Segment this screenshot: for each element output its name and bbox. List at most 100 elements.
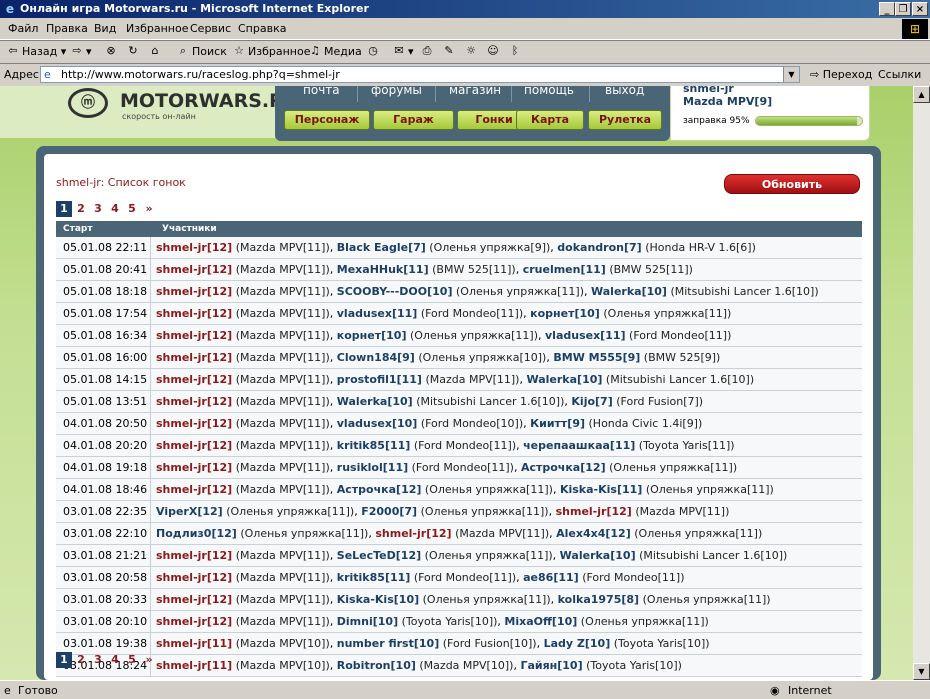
refresh-browser-button[interactable]: ↻ [126, 44, 142, 60]
participant-name-link[interactable]: vladusex [337, 417, 392, 430]
participant-name-link[interactable]: cruelmen [523, 263, 581, 276]
nav-mail[interactable]: почта [303, 86, 340, 97]
menu-file[interactable]: Файл [8, 22, 38, 35]
participant-name-link[interactable]: Kiska-Kis [337, 593, 394, 606]
minimize-button[interactable]: _ [879, 2, 895, 16]
page-link[interactable]: 4 [107, 201, 123, 217]
search-button[interactable]: ⌕ Поиск [176, 44, 227, 60]
back-button[interactable]: ⇦ Назад ▾ [6, 44, 66, 60]
participant-name-link[interactable]: shmel-jr [156, 615, 207, 628]
participant-name-link[interactable]: Walerka [337, 395, 388, 408]
media-button[interactable]: ♫ Медиа [308, 44, 362, 60]
btn-garage[interactable]: Гараж [373, 110, 454, 130]
participant-name-link[interactable]: shmel-jr [156, 373, 207, 386]
participant-name-link[interactable]: shmel-jr [375, 527, 426, 540]
menu-tools[interactable]: Сервис [190, 22, 231, 35]
page-link[interactable]: 3 [90, 201, 106, 217]
menu-favorites[interactable]: Избранное [126, 22, 188, 35]
history-button[interactable]: ◷ [366, 44, 382, 60]
page-next-link[interactable]: » [141, 652, 157, 668]
participant-name-link[interactable]: MixaOff [504, 615, 552, 628]
participant-name-link[interactable]: shmel-jr [156, 637, 207, 650]
btn-roulette[interactable]: Рулетка [588, 110, 662, 130]
go-button[interactable]: ⇨ Переход [810, 68, 872, 81]
participant-name-link[interactable]: shmel-jr [156, 263, 207, 276]
participant-name-link[interactable]: kolka1975 [558, 593, 622, 606]
participant-name-link[interactable]: shmel-jr [156, 417, 207, 430]
participant-name-link[interactable]: kritik85 [337, 571, 385, 584]
discuss-button[interactable]: ☼ [464, 44, 480, 60]
participant-name-link[interactable]: shmel-jr [156, 329, 207, 342]
participant-name-link[interactable]: shmel-jr [156, 593, 207, 606]
participant-name-link[interactable]: shmel-jr [156, 549, 207, 562]
mail-button[interactable]: ✉ ▾ [392, 44, 413, 60]
participant-name-link[interactable]: Подлиз0 [156, 527, 211, 540]
participant-name-link[interactable]: Black Eagle [337, 241, 408, 254]
participant-name-link[interactable]: shmel-jr [156, 483, 207, 496]
participant-name-link[interactable]: shmel-jr [156, 241, 207, 254]
participant-name-link[interactable]: ae86 [523, 571, 553, 584]
participant-name-link[interactable]: ViperX [156, 505, 197, 518]
participant-name-link[interactable]: vladusex [337, 307, 392, 320]
participant-name-link[interactable]: Гайян [520, 659, 557, 672]
favorites-button[interactable]: ☆ Избранное [232, 44, 310, 60]
motorwars-logo-icon[interactable]: ⓜ [68, 88, 108, 118]
close-button[interactable]: × [912, 2, 928, 16]
participant-name-link[interactable]: BMW M555 [553, 351, 622, 364]
print-button[interactable]: ⎙ [420, 44, 436, 60]
participant-name-link[interactable]: Walerka [560, 549, 611, 562]
vertical-scrollbar[interactable]: ▲ ▼ [913, 86, 930, 680]
participant-name-link[interactable]: dokandron [557, 241, 624, 254]
participant-name-link[interactable]: Robitron [337, 659, 391, 672]
page-link[interactable]: 1 [56, 201, 72, 217]
page-link[interactable]: 5 [124, 652, 140, 668]
stop-button[interactable]: ⊗ [104, 44, 120, 60]
participant-name-link[interactable]: Киитт [530, 417, 567, 430]
participant-name-link[interactable]: Астрочка [521, 461, 580, 474]
page-next-link[interactable]: » [141, 201, 157, 217]
participant-name-link[interactable]: rusiklol [337, 461, 383, 474]
edit-button[interactable]: ✎ [442, 44, 458, 60]
participant-name-link[interactable]: shmel-jr [156, 395, 207, 408]
links-button[interactable]: Ссылки [878, 68, 921, 81]
messenger-button[interactable]: ☺ [486, 44, 502, 60]
participant-name-link[interactable]: корнет [530, 307, 574, 320]
participant-name-link[interactable]: Walerka [526, 373, 577, 386]
participant-name-link[interactable]: Kiska-Kis [560, 483, 617, 496]
nav-logout[interactable]: выход [605, 86, 644, 97]
participant-name-link[interactable]: shmel-jr [156, 285, 207, 298]
page-link[interactable]: 3 [90, 652, 106, 668]
page-link[interactable]: 2 [73, 201, 89, 217]
maximize-button[interactable]: ❐ [895, 2, 911, 16]
participant-name-link[interactable]: Alex4x4 [556, 527, 605, 540]
address-dropdown-icon[interactable]: ▼ [783, 67, 799, 82]
participant-name-link[interactable]: shmel-jr [556, 505, 607, 518]
scroll-up-icon[interactable]: ▲ [913, 86, 930, 103]
participant-name-link[interactable]: черепаашкаа [523, 439, 610, 452]
participant-name-link[interactable]: shmel-jr [156, 307, 207, 320]
menu-help[interactable]: Справка [238, 22, 286, 35]
page-link[interactable]: 4 [107, 652, 123, 668]
participant-name-link[interactable]: prostofil1 [337, 373, 397, 386]
nav-help[interactable]: помощь [524, 86, 574, 97]
participant-name-link[interactable]: SCOOBY---DOO [337, 285, 427, 298]
menu-edit[interactable]: Правка [46, 22, 88, 35]
participant-name-link[interactable]: MexaHHuk [337, 263, 403, 276]
participant-name-link[interactable]: Dimni [337, 615, 373, 628]
participant-name-link[interactable]: number first [337, 637, 414, 650]
nav-shop[interactable]: магазин [449, 86, 501, 97]
refresh-button[interactable]: Обновить [724, 174, 860, 194]
page-link[interactable]: 5 [124, 201, 140, 217]
participant-name-link[interactable]: F2000 [361, 505, 399, 518]
participant-name-link[interactable]: vladusex [545, 329, 600, 342]
participant-name-link[interactable]: Kijo [571, 395, 595, 408]
participant-name-link[interactable]: SeLecTeD [337, 549, 396, 562]
participant-name-link[interactable]: shmel-jr [156, 351, 207, 364]
site-logo-text[interactable]: MOTORWARS.RU [120, 90, 299, 112]
page-link[interactable]: 2 [73, 652, 89, 668]
menu-view[interactable]: Вид [94, 22, 116, 35]
user-car[interactable]: Mazda MPV[9] [683, 95, 772, 108]
home-button[interactable]: ⌂ [148, 44, 164, 60]
scroll-down-icon[interactable]: ▼ [913, 663, 930, 680]
participant-name-link[interactable]: Walerka [591, 285, 642, 298]
